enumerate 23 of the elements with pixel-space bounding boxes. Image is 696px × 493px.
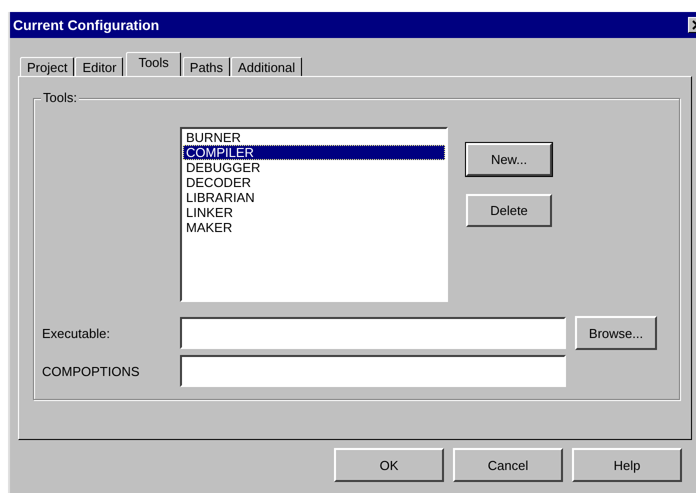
dialog-button[interactable]: Cancel [453,448,563,482]
tab[interactable]: Paths [182,57,230,76]
list-item[interactable]: DEBUGGER [183,160,445,175]
list-item[interactable]: DECODER [183,175,445,190]
dialog-button[interactable]: Help [572,448,682,482]
group-title: Tools: [41,90,79,105]
tab[interactable]: Editor [75,57,124,76]
tools-listbox[interactable]: BURNER COMPILER DEBUGGER DECODER LIBRARIAN LINKER MAKER [180,127,448,302]
window-title: Current Configuration [13,17,160,33]
browse-button[interactable]: Browse... [575,316,657,350]
list-item[interactable]: MAKER [183,220,445,235]
list-item[interactable]: LINKER [183,205,445,220]
list-item[interactable]: BURNER [183,130,445,145]
field-label: COMPOPTIONS [42,364,141,378]
list-button[interactable]: New... [466,143,552,176]
list-item[interactable]: COMPILER [183,145,445,160]
list-item[interactable]: LIBRARIAN [183,190,445,205]
list-button[interactable]: Delete [466,194,552,227]
dialog-button[interactable]: OK [334,448,444,482]
tab[interactable]: Tools [126,52,181,76]
tab[interactable]: Project [20,57,74,76]
field-label: Executable: [42,326,111,340]
tab[interactable]: Additional [231,57,302,76]
